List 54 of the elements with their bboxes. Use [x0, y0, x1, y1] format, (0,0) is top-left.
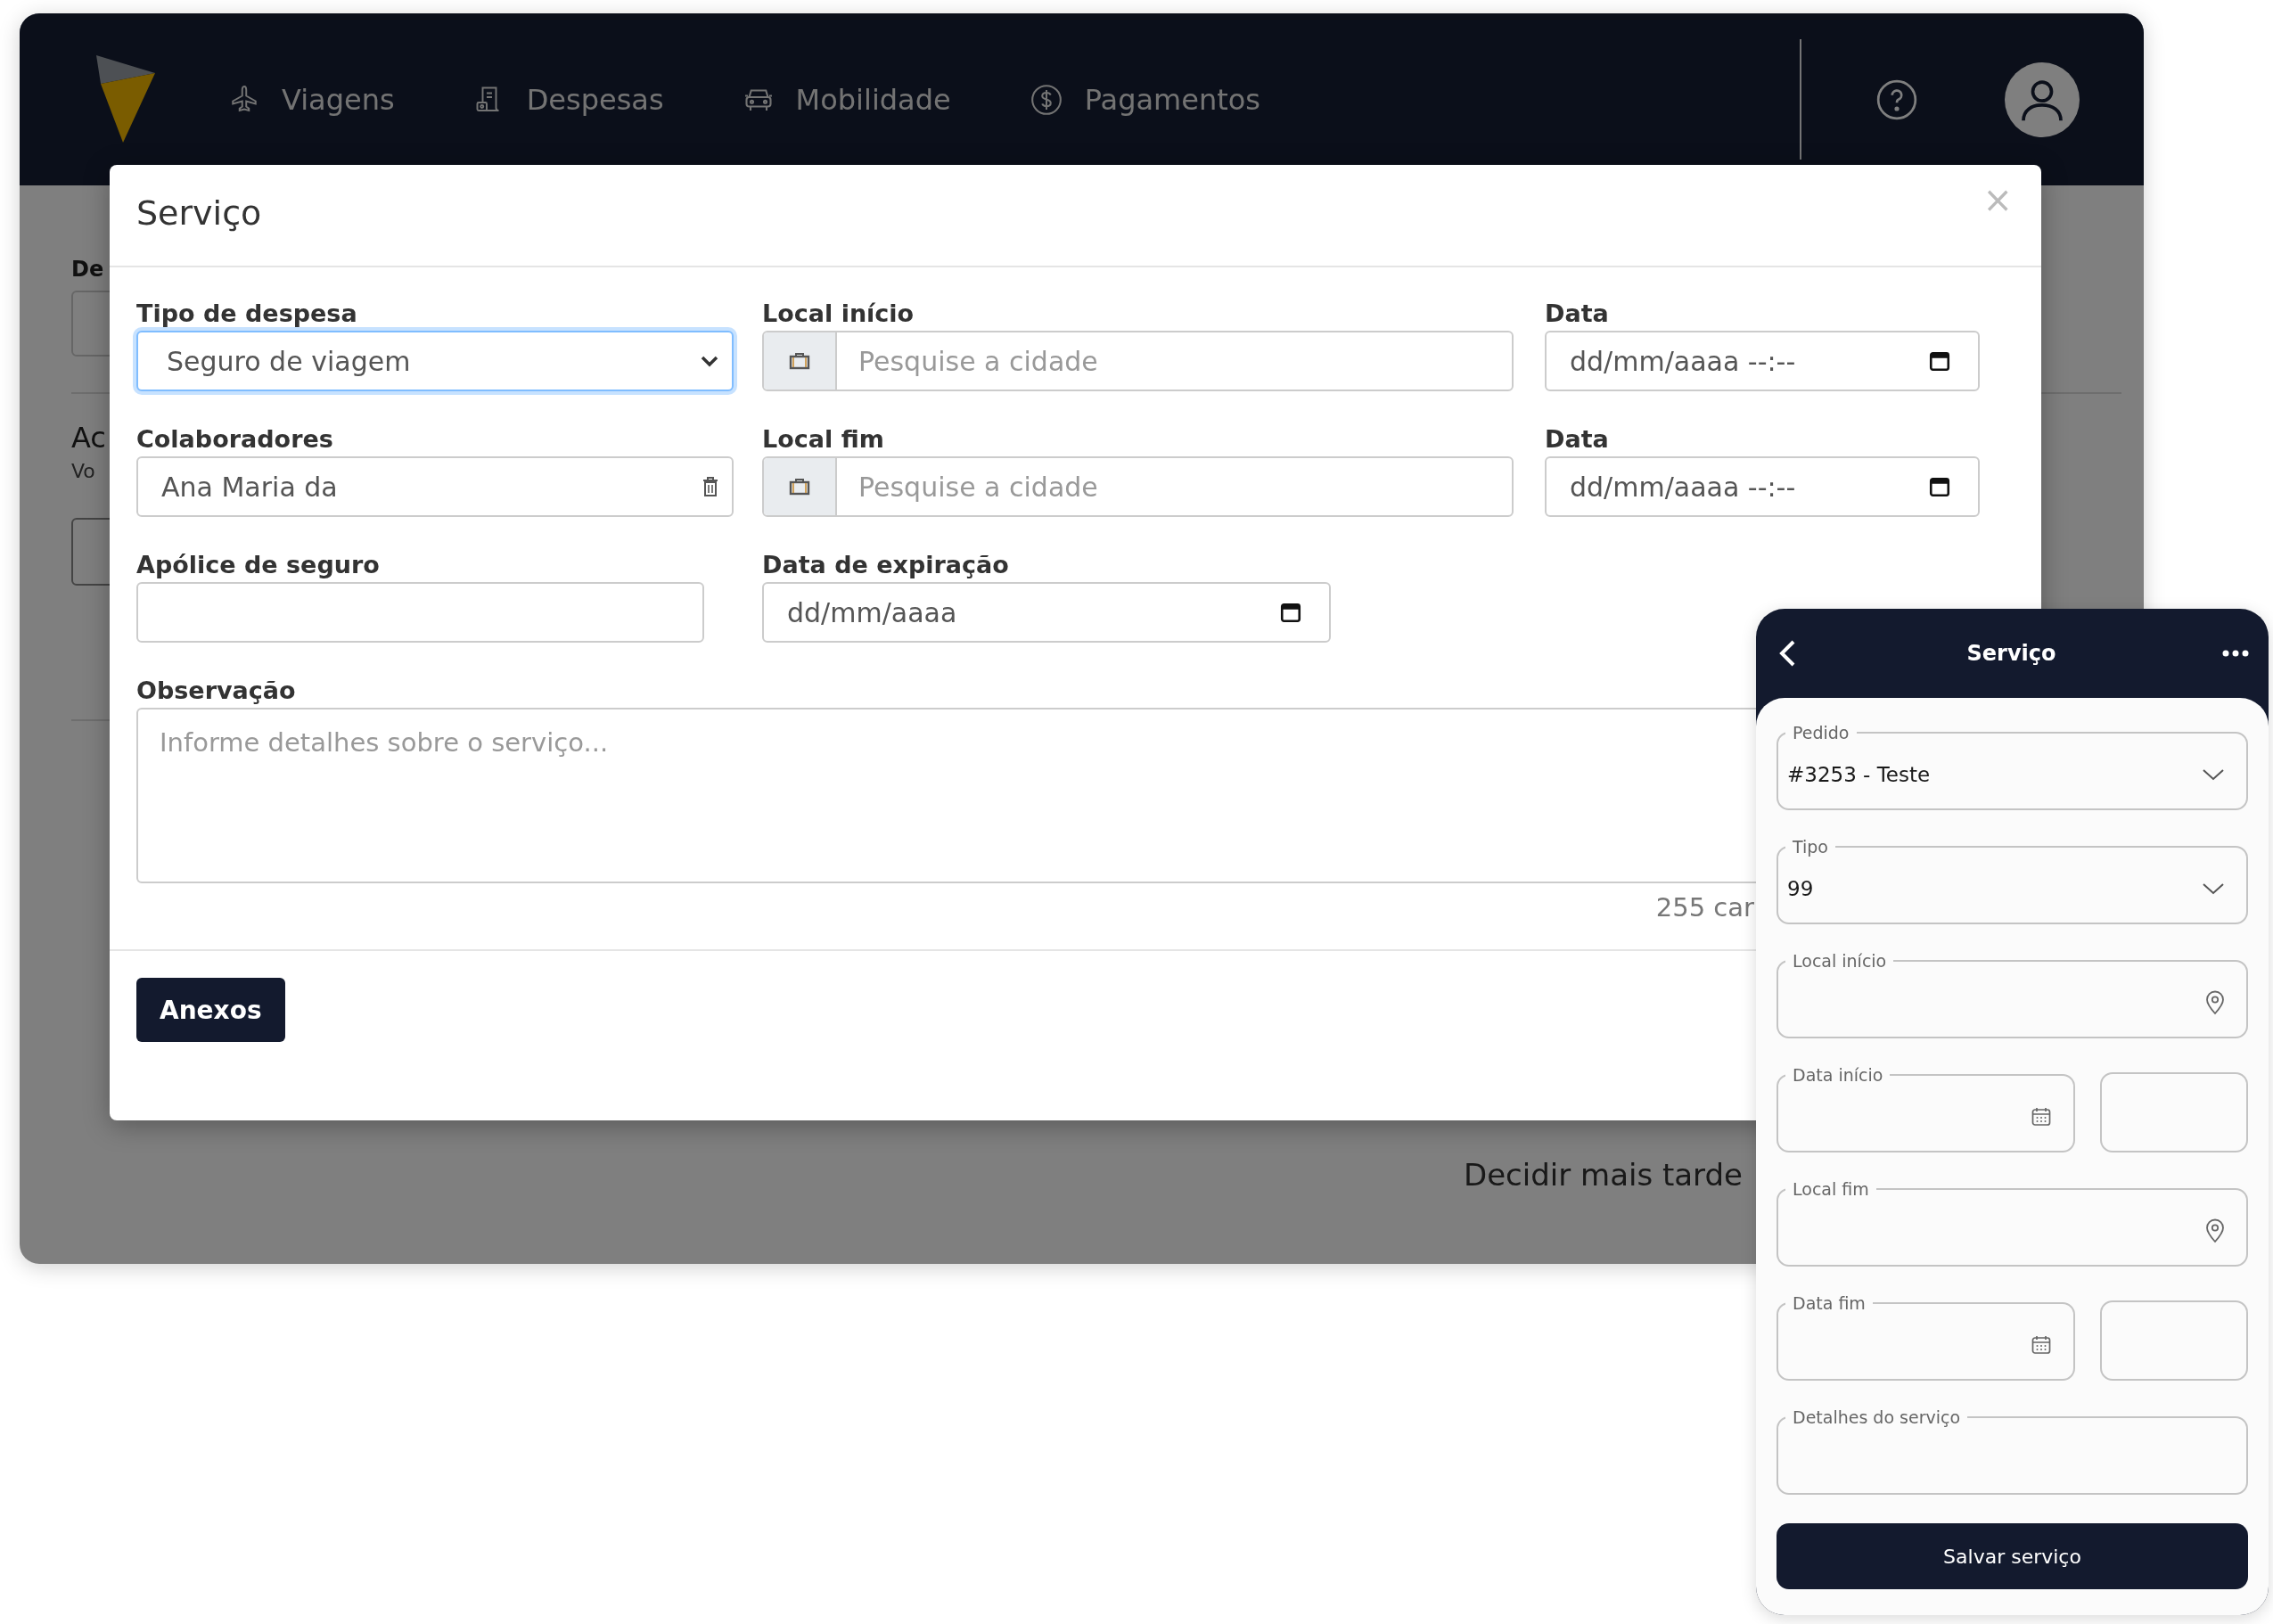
- city-search-field[interactable]: Pesquise a cidade: [762, 331, 1514, 391]
- location-pin-icon: [2205, 1218, 2225, 1243]
- calendar-icon: [2031, 1334, 2052, 1356]
- dollar-coin-icon: [1029, 82, 1063, 117]
- location-pin-icon: [2205, 990, 2225, 1015]
- attachments-button[interactable]: Anexos: [136, 978, 285, 1042]
- field-label: Observação: [136, 677, 297, 704]
- date-field[interactable]: Data fim: [1777, 1293, 2075, 1381]
- calendar-icon[interactable]: [1279, 601, 1302, 624]
- field-label: De: [71, 257, 104, 282]
- date-field[interactable]: Data início: [1777, 1065, 2075, 1152]
- screen-title: Serviço: [1966, 641, 2056, 666]
- time-field[interactable]: [2100, 1300, 2248, 1381]
- date-field[interactable]: dd/mm/aaaa: [762, 582, 1331, 643]
- dropdown[interactable]: Pedido #3253 - Teste: [1777, 723, 2248, 810]
- location-field[interactable]: Local início: [1777, 951, 2248, 1038]
- chevron-down-icon: [2202, 882, 2225, 896]
- dropdown[interactable]: Seguro de viagem: [136, 331, 734, 391]
- section-heading: Ac: [71, 421, 106, 455]
- save-service-button[interactable]: Salvar serviço: [1777, 1523, 2248, 1589]
- briefcase-icon: [789, 478, 810, 496]
- nav-link[interactable]: Pagamentos: [1029, 82, 1260, 117]
- field-label: Local fim: [762, 425, 885, 453]
- date-field[interactable]: dd/mm/aaaa --:--: [1545, 331, 1980, 391]
- character-counter: 255 car: [1655, 892, 1754, 923]
- field-label: Local início: [762, 299, 915, 327]
- modal-title: Serviço: [136, 193, 262, 233]
- field-label: Apólice de seguro: [136, 551, 381, 578]
- briefcase-icon: [789, 352, 810, 370]
- decide-later-link[interactable]: Decidir mais tarde: [1463, 1157, 1743, 1193]
- time-field[interactable]: [2100, 1072, 2248, 1152]
- field-label: Tipo de despesa: [136, 299, 358, 327]
- more-options-icon[interactable]: [2222, 649, 2249, 658]
- calendar-icon: [2031, 1106, 2052, 1128]
- section-description: Vo: [71, 460, 95, 482]
- chevron-down-icon: [2202, 767, 2225, 782]
- field-label: Data: [1545, 425, 1610, 453]
- input-field[interactable]: Ana Maria da: [136, 456, 734, 517]
- field-label: Colaboradores: [136, 425, 334, 453]
- city-search-field[interactable]: Pesquise a cidade: [762, 456, 1514, 517]
- chevron-down-icon: [700, 354, 719, 368]
- nav-link[interactable]: Mobilidade: [742, 82, 951, 117]
- nav-link[interactable]: Despesas: [472, 82, 664, 117]
- nav-link[interactable]: Viagens: [228, 82, 395, 117]
- dropdown[interactable]: Tipo 99: [1777, 837, 2248, 924]
- calendar-icon[interactable]: [1928, 475, 1951, 498]
- trash-icon[interactable]: [702, 476, 719, 497]
- field-label: Data: [1545, 299, 1610, 327]
- text-area[interactable]: Detalhes do serviço: [1777, 1407, 2248, 1495]
- calendar-icon[interactable]: [1928, 349, 1951, 373]
- field-label: Data de expiração: [762, 551, 1010, 578]
- input-field[interactable]: [136, 582, 704, 643]
- location-field[interactable]: Local fim: [1777, 1179, 2248, 1267]
- date-field[interactable]: dd/mm/aaaa --:--: [1545, 456, 1980, 517]
